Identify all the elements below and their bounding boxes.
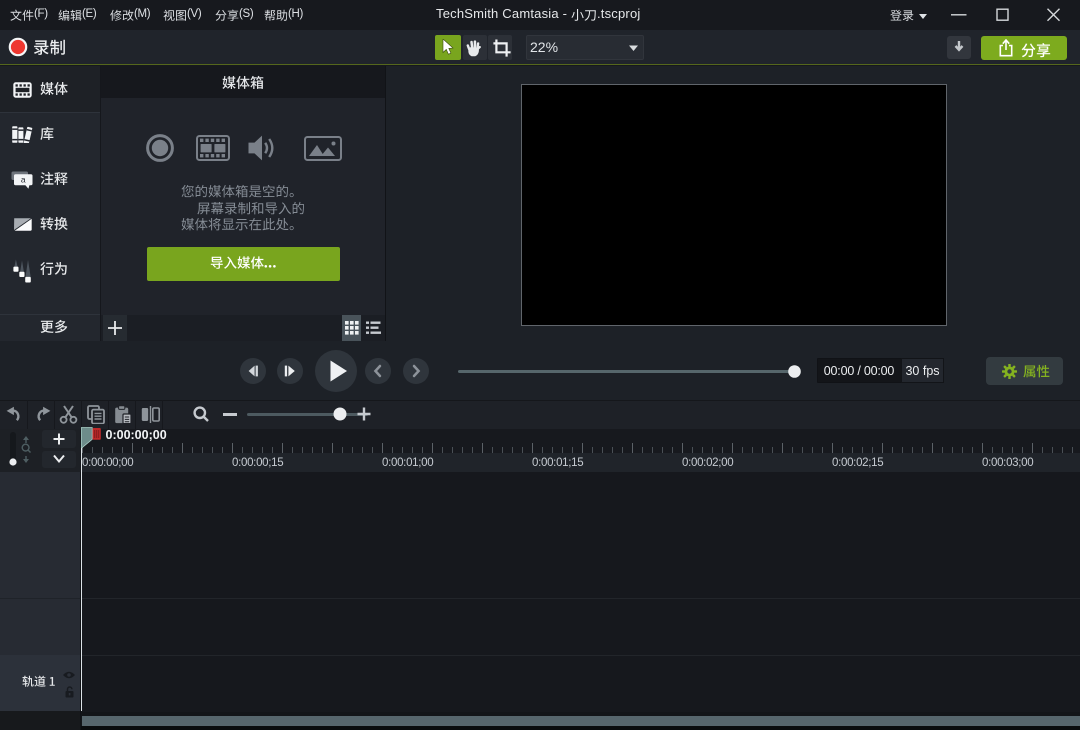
svg-text:a: a [21,175,26,185]
